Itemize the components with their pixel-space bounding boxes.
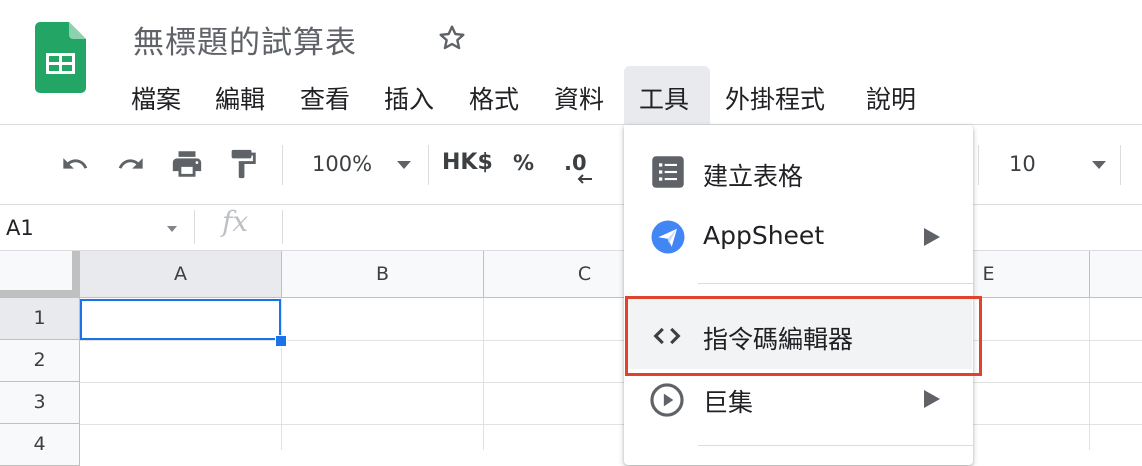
fill-handle[interactable] xyxy=(275,335,287,347)
grid-line xyxy=(80,382,1142,383)
menu-item-macros[interactable]: 巨集 xyxy=(703,383,753,419)
toolbar-divider xyxy=(282,145,283,185)
grid-line xyxy=(80,424,1142,425)
decrease-decimal-arrow-icon xyxy=(577,174,592,184)
menu-format[interactable]: 格式 xyxy=(469,80,519,116)
google-sheets-logo-icon[interactable] xyxy=(35,22,86,95)
menu-data[interactable]: 資料 xyxy=(554,80,604,116)
column-header-b[interactable]: B xyxy=(282,251,484,298)
menu-file[interactable]: 檔案 xyxy=(131,80,181,116)
grid-line xyxy=(80,340,1142,341)
font-size-dropdown-icon[interactable] xyxy=(1092,161,1106,169)
toolbar-divider xyxy=(428,145,429,185)
menu-help[interactable]: 說明 xyxy=(866,80,916,116)
grid-line xyxy=(281,298,282,450)
column-header-f[interactable] xyxy=(1090,251,1142,298)
name-box[interactable]: A1 xyxy=(6,216,34,240)
row-header-3[interactable]: 3 xyxy=(0,382,80,424)
print-icon[interactable] xyxy=(170,147,204,181)
form-icon xyxy=(652,156,684,188)
redo-icon[interactable] xyxy=(114,150,148,178)
font-size-select[interactable]: 10 xyxy=(1009,152,1036,176)
grid-line xyxy=(1089,298,1090,450)
grid-line xyxy=(483,298,484,450)
toolbar-divider xyxy=(1120,145,1121,185)
frozen-row-handle[interactable] xyxy=(0,290,80,298)
menu-addons[interactable]: 外掛程式 xyxy=(725,80,825,116)
decrease-decimal-button[interactable]: .0 xyxy=(564,151,587,175)
fx-icon: fx xyxy=(222,205,249,238)
row-header-4[interactable]: 4 xyxy=(0,424,80,466)
document-title[interactable]: 無標題的試算表 xyxy=(133,17,357,62)
appsheet-icon xyxy=(651,220,685,254)
star-icon[interactable] xyxy=(436,22,468,54)
menu-edit[interactable]: 編輯 xyxy=(215,80,265,116)
toolbar-divider xyxy=(978,145,979,185)
column-header-a[interactable]: A xyxy=(80,251,282,298)
menu-view[interactable]: 查看 xyxy=(300,80,350,116)
row-header-2[interactable]: 2 xyxy=(0,340,80,382)
menu-insert[interactable]: 插入 xyxy=(384,80,434,116)
submenu-arrow-icon xyxy=(924,228,940,246)
zoom-select[interactable]: 100% xyxy=(312,152,372,176)
menu-separator xyxy=(698,283,973,284)
paint-format-icon[interactable] xyxy=(226,147,260,181)
row-header-1[interactable]: 1 xyxy=(0,298,80,340)
menu-separator xyxy=(698,445,973,446)
play-circle-icon xyxy=(650,383,684,417)
formula-divider xyxy=(282,210,283,244)
menu-item-appsheet[interactable]: AppSheet xyxy=(703,221,824,250)
menu-item-create-form[interactable]: 建立表格 xyxy=(703,157,803,193)
menu-tools[interactable]: 工具 xyxy=(639,80,689,116)
formula-divider xyxy=(194,210,195,244)
highlight-annotation-box xyxy=(625,296,982,376)
submenu-arrow-icon xyxy=(924,390,940,408)
currency-format-button[interactable]: HK$ xyxy=(442,150,493,175)
undo-icon[interactable] xyxy=(58,150,92,178)
name-box-dropdown-icon[interactable] xyxy=(167,226,177,232)
percent-format-button[interactable]: % xyxy=(513,151,534,175)
zoom-dropdown-icon[interactable] xyxy=(397,161,411,169)
selected-cell-a1[interactable] xyxy=(80,299,281,340)
